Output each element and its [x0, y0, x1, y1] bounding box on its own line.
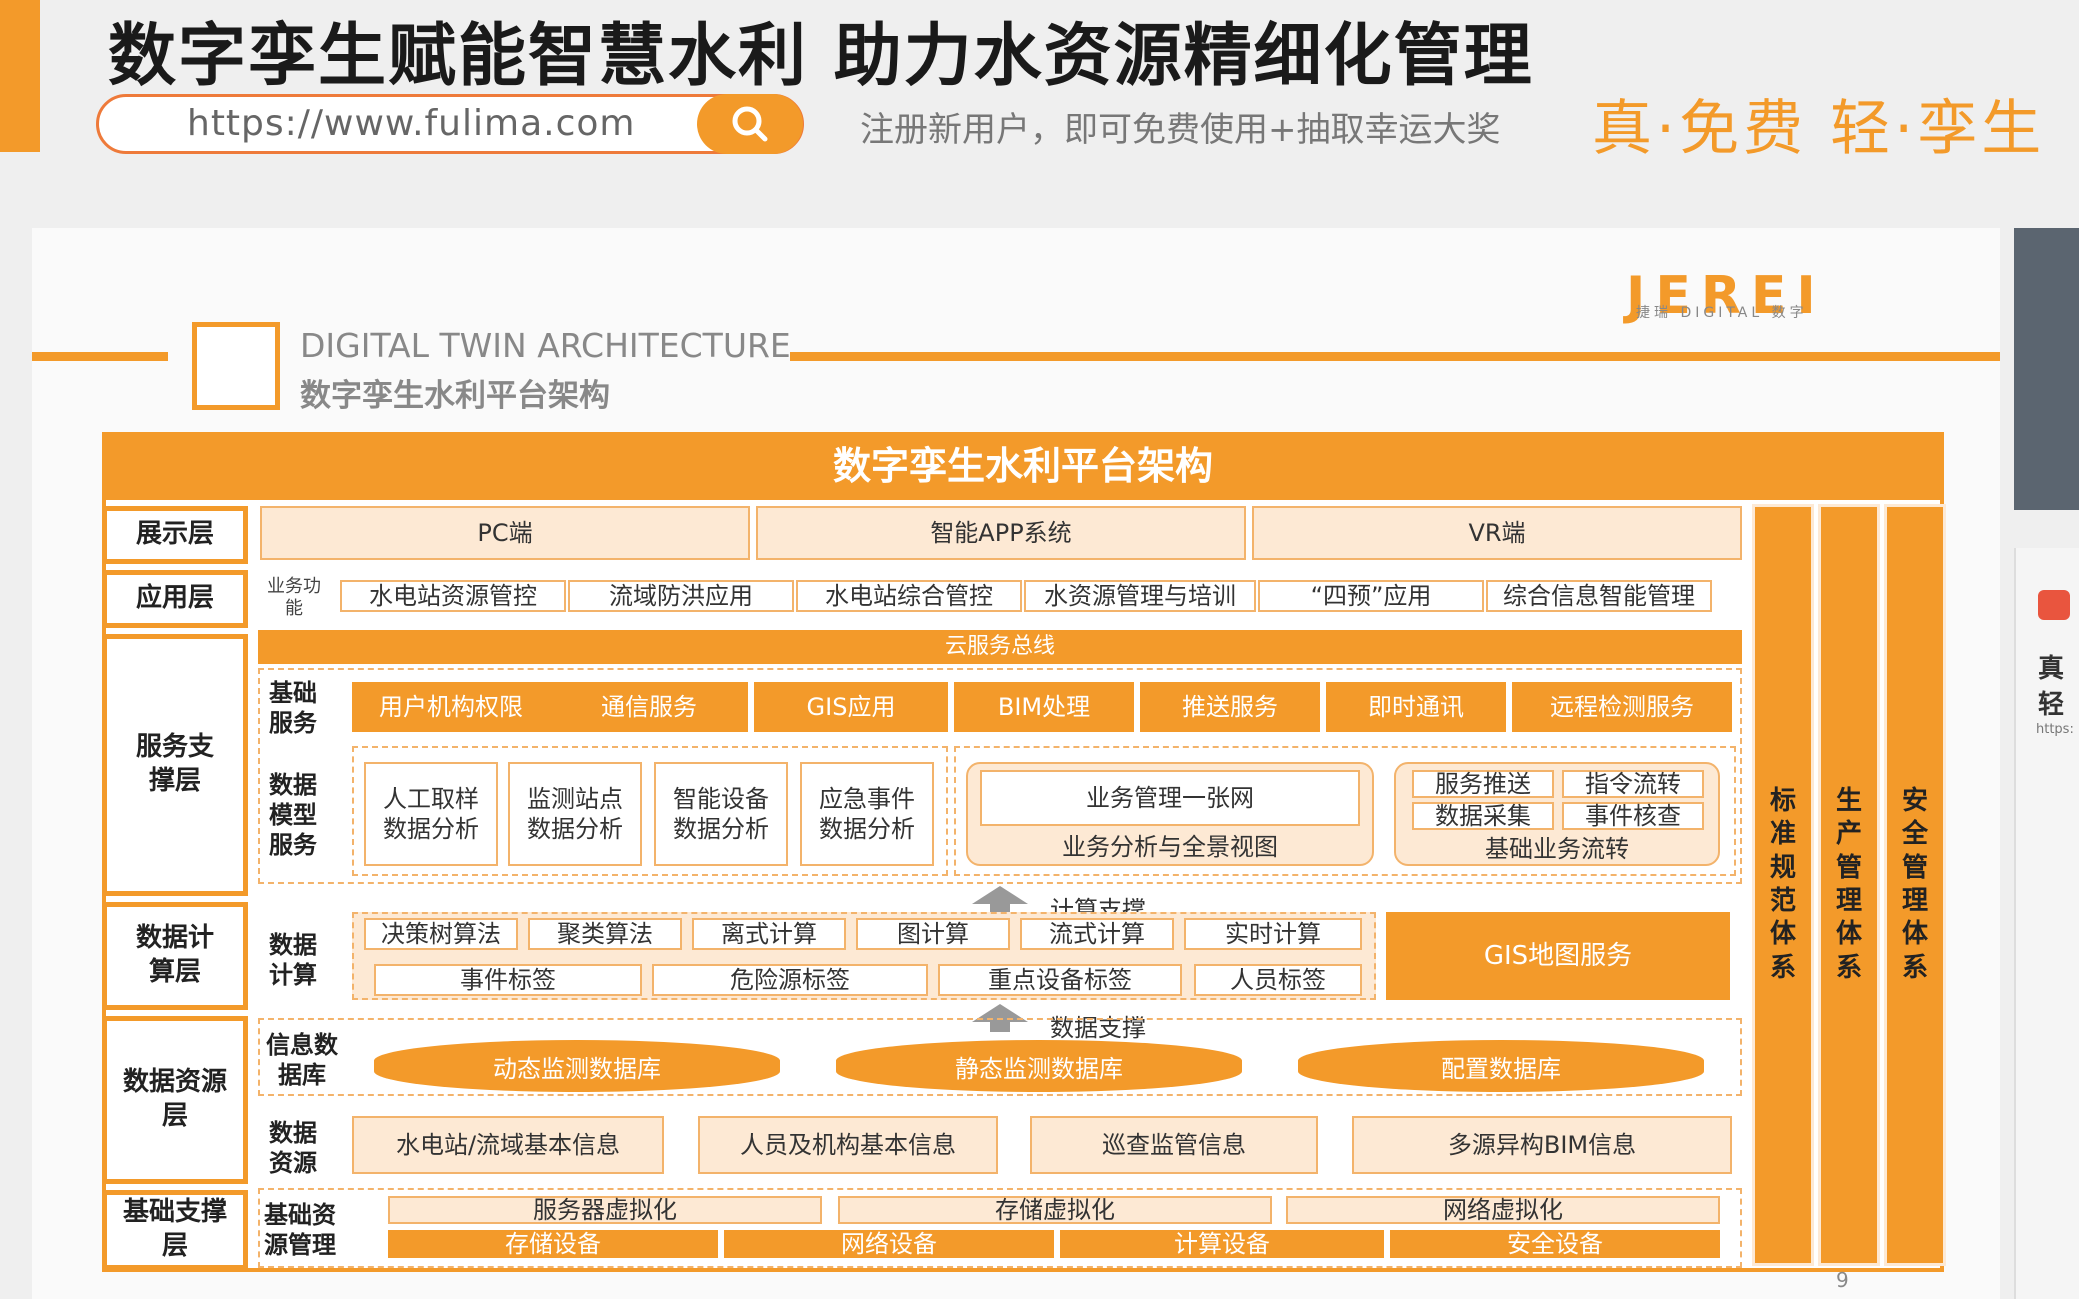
page-title: 数字孪生赋能智慧水利 助力水资源精细化管理	[108, 17, 1534, 96]
service-combo: 用户机构权限 通信服务	[352, 682, 748, 732]
database-label: 信息数据库	[266, 1031, 338, 1089]
layer-presentation: 展示层	[102, 506, 248, 564]
tag-item: 危险源标签	[652, 964, 928, 996]
basic-service-label: 基础服务	[269, 679, 317, 737]
algo-item: 实时计算	[1184, 918, 1362, 950]
app-item: 流域防洪应用	[568, 580, 794, 612]
resource-item: 多源异构BIM信息	[1352, 1116, 1732, 1174]
right-toolbar: 真 轻 https:	[2014, 548, 2079, 1299]
service-item: 用户机构权限	[379, 693, 523, 721]
side-label-url: https:	[2036, 722, 2074, 737]
business-view: 业务分析与全景视图	[1062, 833, 1278, 861]
up-arrow-icon	[972, 886, 1028, 904]
jerei-logo-sub: 捷瑞 DIGITAL 数字	[1636, 305, 1808, 321]
device-item: 计算设备	[1060, 1230, 1384, 1258]
model-service-label: 数据模型服务	[269, 771, 317, 859]
database-item: 配置数据库	[1298, 1040, 1704, 1092]
side-system-production: 生产管理体系	[1818, 504, 1880, 1266]
layer-service: 服务支撑层	[102, 634, 248, 896]
header-rule-right	[790, 352, 2000, 361]
video-thumbnail[interactable]	[2014, 228, 2079, 510]
slogan: 真·免费 轻·孪生	[1592, 94, 2046, 164]
model-item: 监测站点数据分析	[508, 762, 642, 866]
pc-client: PC端	[260, 506, 750, 560]
search-url[interactable]: https://www.fulima.com	[187, 103, 635, 144]
flow-item: 指令流转	[1562, 770, 1704, 798]
side-label-qing: 轻	[2038, 690, 2065, 720]
tag-item: 重点设备标签	[938, 964, 1182, 996]
app-label: 业务功能	[267, 576, 321, 619]
database-item: 静态监测数据库	[836, 1040, 1242, 1092]
compute-label: 数据计算	[269, 931, 317, 989]
app-item: “四预”应用	[1258, 580, 1484, 612]
app-item: 综合信息智能管理	[1486, 580, 1712, 612]
tag-item: 人员标签	[1194, 964, 1362, 996]
app-item: 水电站资源管控	[340, 580, 566, 612]
flow-label: 基础业务流转	[1485, 835, 1629, 863]
search-button[interactable]	[697, 94, 803, 154]
app-client: 智能APP系统	[756, 506, 1246, 560]
virt-item: 服务器虚拟化	[388, 1196, 822, 1224]
mail-icon[interactable]	[2038, 590, 2070, 620]
device-item: 网络设备	[724, 1230, 1054, 1258]
virt-item: 网络虚拟化	[1286, 1196, 1720, 1224]
header-rule-left	[32, 352, 168, 361]
side-system-standards: 标准规范体系	[1752, 504, 1814, 1266]
device-item: 安全设备	[1390, 1230, 1720, 1258]
algo-item: 图计算	[856, 918, 1010, 950]
layer-compute: 数据计算层	[102, 902, 248, 1010]
cloud-service-bus: 云服务总线	[258, 630, 1742, 664]
diagram-title: 数字孪生水利平台架构	[102, 432, 1944, 500]
search-icon	[732, 106, 768, 142]
search-bar[interactable]: https://www.fulima.com	[96, 94, 804, 154]
layer-application: 应用层	[102, 570, 248, 628]
layer-infrastructure: 基础支撑层	[102, 1190, 248, 1270]
layer-data-resource: 数据资源层	[102, 1016, 248, 1184]
algo-item: 聚类算法	[528, 918, 682, 950]
model-item: 人工取样数据分析	[364, 762, 498, 866]
section-marker	[192, 322, 280, 410]
algo-item: 决策树算法	[364, 918, 518, 950]
resource-label: 数据资源	[269, 1119, 317, 1177]
resource-item: 水电站/流域基本信息	[352, 1116, 664, 1174]
model-item: 应急事件数据分析	[800, 762, 934, 866]
app-item: 水资源管理与培训	[1024, 580, 1256, 612]
algo-item: 离式计算	[692, 918, 846, 950]
header-accent-bar	[0, 0, 40, 152]
tag-item: 事件标签	[374, 964, 642, 996]
flow-item: 数据采集	[1412, 802, 1554, 830]
gis-map-service: GIS地图服务	[1386, 912, 1730, 1000]
flow-item: 服务推送	[1412, 770, 1554, 798]
arch-title-en: DIGITAL TWIN ARCHITECTURE	[300, 326, 791, 365]
algo-item: 流式计算	[1020, 918, 1174, 950]
resource-item: 巡查监管信息	[1030, 1116, 1318, 1174]
page-number: 9	[1836, 1268, 1849, 1292]
vr-client: VR端	[1252, 506, 1742, 560]
service-item: GIS应用	[754, 682, 948, 732]
signup-tagline: 注册新用户，即可免费使用+抽取幸运大奖	[860, 110, 1501, 150]
virt-item: 存储虚拟化	[838, 1196, 1272, 1224]
service-item: 通信服务	[601, 693, 697, 721]
device-item: 存储设备	[388, 1230, 718, 1258]
database-item: 动态监测数据库	[374, 1040, 780, 1092]
infra-label: 基础资源管理	[264, 1201, 336, 1259]
service-item: BIM处理	[954, 682, 1134, 732]
business-net: 业务管理一张网	[980, 770, 1360, 826]
side-label-zhen: 真	[2038, 654, 2065, 684]
flow-item: 事件核查	[1562, 802, 1704, 830]
arch-title-cn: 数字孪生水利平台架构	[300, 378, 610, 414]
resource-item: 人员及机构基本信息	[698, 1116, 998, 1174]
service-item: 即时通讯	[1326, 682, 1506, 732]
model-item: 智能设备数据分析	[654, 762, 788, 866]
service-item: 推送服务	[1140, 682, 1320, 732]
service-item: 远程检测服务	[1512, 682, 1732, 732]
side-system-safety: 安全管理体系	[1884, 504, 1946, 1266]
app-item: 水电站综合管控	[796, 580, 1022, 612]
